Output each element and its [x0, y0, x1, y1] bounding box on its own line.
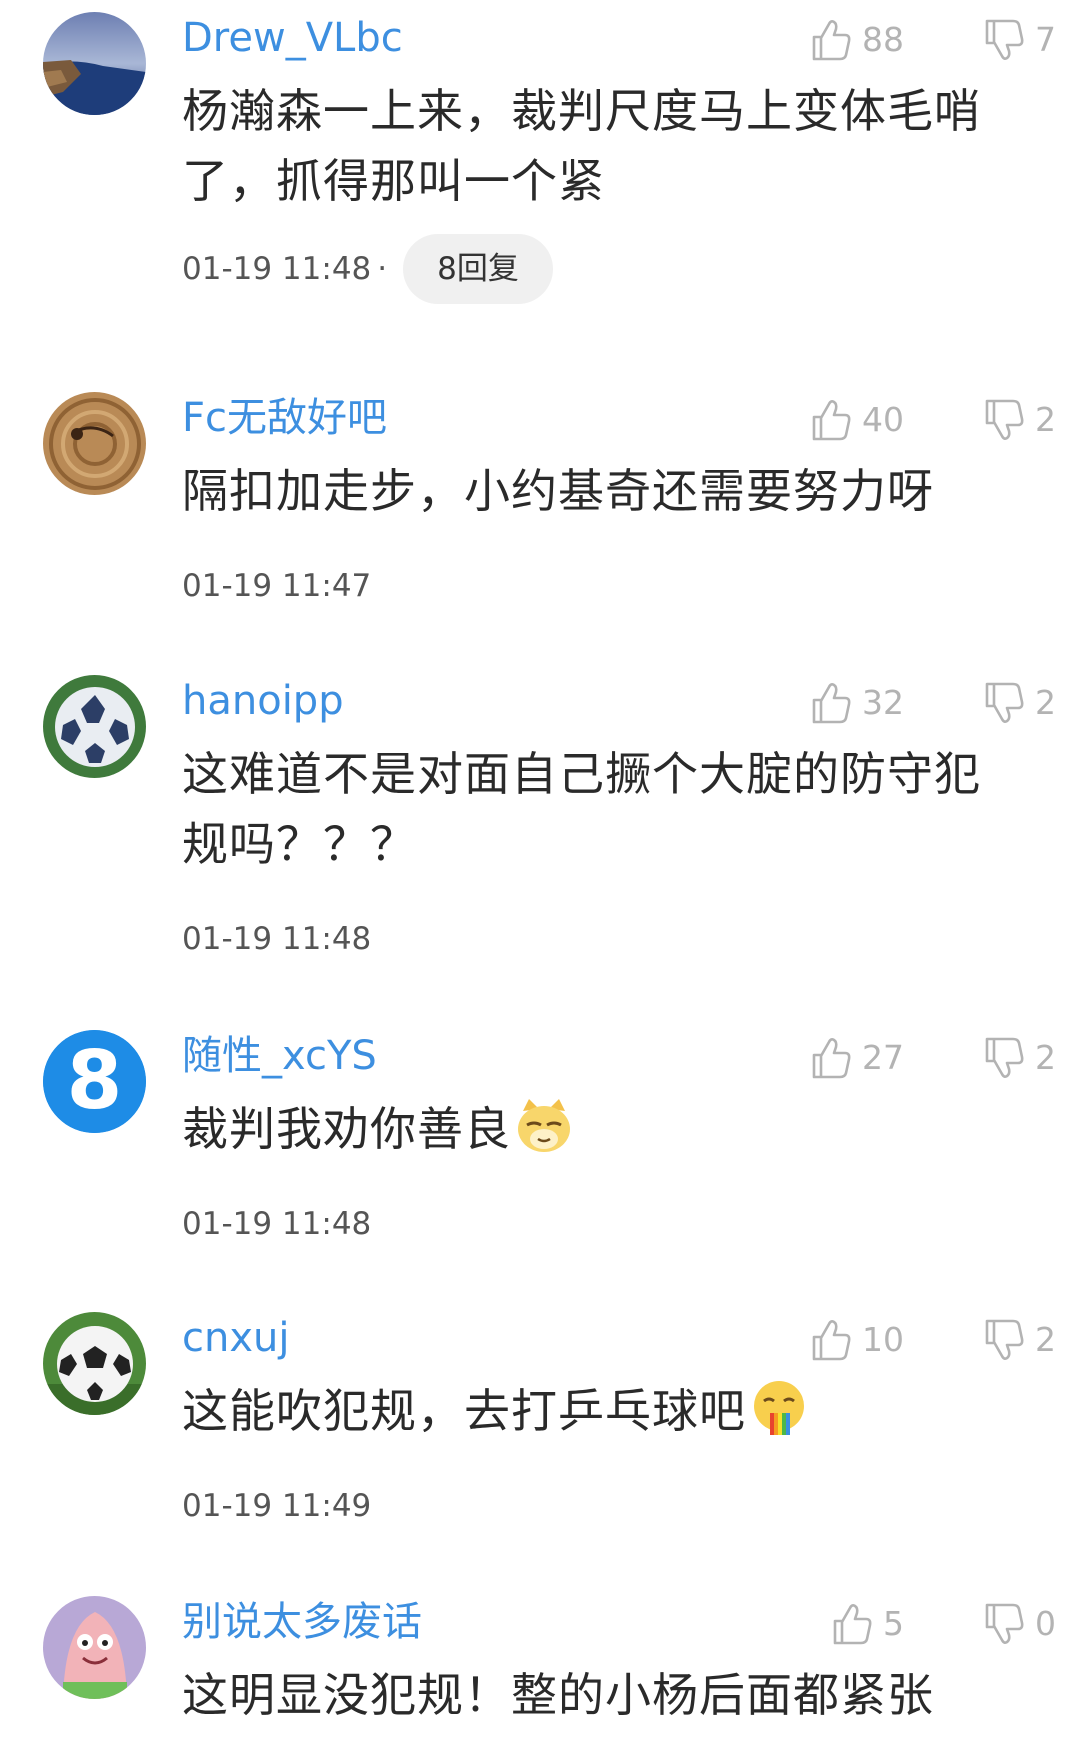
comment-meta: 01-19 11:49 — [182, 1488, 371, 1524]
dislike-button[interactable]: 2 — [983, 1034, 1056, 1082]
timestamp: 01-19 11:48 — [182, 251, 372, 287]
avatar[interactable] — [43, 675, 146, 778]
comment-text: 隔扣加走步，小约基奇还需要努力呀 — [182, 464, 934, 518]
thumb-up-icon — [810, 1036, 852, 1080]
like-count: 5 — [883, 1604, 904, 1643]
like-count: 88 — [862, 20, 904, 59]
dislike-count: 7 — [1035, 20, 1056, 59]
thumb-down-icon — [983, 18, 1025, 62]
comment-text: 杨瀚森一上来，裁判尺度马上变体毛哨了，抓得那叫一个紧 — [182, 84, 981, 208]
like-button[interactable]: 88 — [810, 16, 904, 64]
comment-text: 这明显没犯规！整的小杨后面都紧张 — [182, 1668, 934, 1722]
thumb-down-icon — [983, 398, 1025, 442]
thumb-down-icon — [983, 1036, 1025, 1080]
dislike-count: 0 — [1035, 1604, 1056, 1643]
thumb-down-icon — [983, 1318, 1025, 1362]
like-count: 32 — [862, 683, 904, 722]
thumb-up-icon — [831, 1602, 873, 1646]
comment-list: Drew_VLbc 88 7 杨瀚森一上来，裁判尺度马上变体毛哨了，抓得那叫一个… — [0, 0, 1080, 1753]
avatar[interactable] — [43, 1312, 146, 1415]
like-button[interactable]: 32 — [810, 679, 904, 727]
like-button[interactable]: 10 — [810, 1316, 904, 1364]
like-button[interactable]: 5 — [831, 1600, 904, 1648]
dislike-button[interactable]: 7 — [983, 16, 1056, 64]
avatar[interactable] — [43, 392, 146, 495]
separator: · — [377, 251, 388, 287]
timestamp: 01-19 11:48 — [182, 921, 372, 957]
thumb-up-icon — [810, 398, 852, 442]
dislike-button[interactable]: 2 — [983, 679, 1056, 727]
username[interactable]: 随性_xcYS — [182, 1032, 377, 1080]
comment-text: 这能吹犯规，去打乒乓球吧 — [182, 1376, 1012, 1446]
like-button[interactable]: 40 — [810, 396, 904, 444]
avatar[interactable] — [43, 1596, 146, 1699]
like-count: 10 — [862, 1320, 904, 1359]
rainbow-vomit-emoji-icon — [754, 1381, 804, 1435]
thumb-up-icon — [810, 18, 852, 62]
dislike-count: 2 — [1035, 683, 1056, 722]
thumb-down-icon — [983, 681, 1025, 725]
comment-meta: 01-19 11:47 — [182, 568, 371, 604]
username[interactable]: Drew_VLbc — [182, 14, 403, 62]
dislike-count: 2 — [1035, 1038, 1056, 1077]
username[interactable]: Fc无敌好吧 — [182, 394, 387, 442]
username[interactable]: 别说太多废话 — [182, 1598, 422, 1646]
username[interactable]: hanoipp — [182, 677, 344, 725]
comment-text-body: 裁判我劝你善良 — [182, 1102, 511, 1156]
dislike-button[interactable]: 2 — [983, 1316, 1056, 1364]
comment-text: 这难道不是对面自己撅个大腚的防守犯规吗？？？ — [182, 747, 981, 871]
thumb-up-icon — [810, 1318, 852, 1362]
comment-text-body: 这能吹犯规，去打乒乓球吧 — [182, 1384, 746, 1438]
comment-meta: 01-19 11:48 — [182, 1206, 371, 1242]
timestamp: 01-19 11:47 — [182, 568, 372, 604]
dislike-button[interactable]: 2 — [983, 396, 1056, 444]
avatar-number: 8 — [67, 1034, 123, 1127]
avatar[interactable] — [43, 12, 146, 115]
dislike-count: 2 — [1035, 1320, 1056, 1359]
timestamp: 01-19 11:48 — [182, 1206, 372, 1242]
comment-meta: 01-19 11:48 — [182, 921, 371, 957]
like-count: 27 — [862, 1038, 904, 1077]
reply-button[interactable]: 8回复 — [403, 234, 553, 304]
smug-cat-emoji-icon — [518, 1099, 570, 1152]
comment-meta: 01-19 11:48 · 8回复 — [182, 234, 553, 304]
avatar[interactable]: 8 — [43, 1030, 146, 1133]
comment-text: 裁判我劝你善良 — [182, 1094, 1012, 1164]
timestamp: 01-19 11:49 — [182, 1488, 372, 1524]
like-button[interactable]: 27 — [810, 1034, 904, 1082]
thumb-up-icon — [810, 681, 852, 725]
dislike-count: 2 — [1035, 400, 1056, 439]
thumb-down-icon — [983, 1602, 1025, 1646]
username[interactable]: cnxuj — [182, 1314, 289, 1362]
like-count: 40 — [862, 400, 904, 439]
dislike-button[interactable]: 0 — [983, 1600, 1056, 1648]
